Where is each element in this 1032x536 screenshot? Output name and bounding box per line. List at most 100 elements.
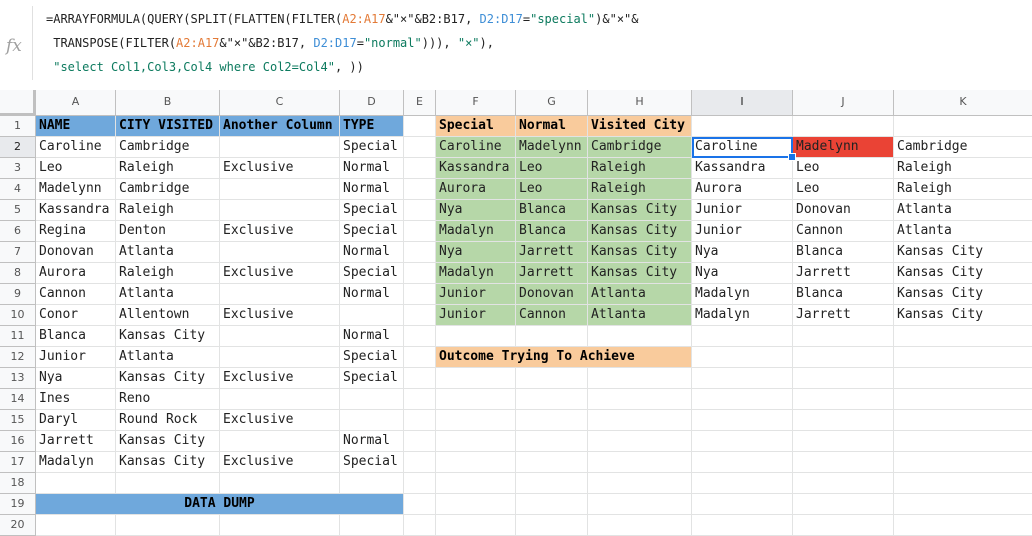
cell-j14[interactable] [793,389,894,410]
row-header-3[interactable]: 3 [0,158,36,179]
cell-d2[interactable]: Special [340,137,404,158]
cell-f14[interactable] [436,389,516,410]
cell-b13[interactable]: Kansas City [116,368,220,389]
cell-a6[interactable]: Regina [36,221,116,242]
cell-b10[interactable]: Allentown [116,305,220,326]
cell-c12[interactable] [220,347,340,368]
cell-b3[interactable]: Raleigh [116,158,220,179]
cell-d14[interactable] [340,389,404,410]
cell-k19[interactable] [894,494,1032,515]
cell-c20[interactable] [220,515,340,536]
cell-d7[interactable]: Normal [340,242,404,263]
cell-g20[interactable] [516,515,588,536]
cell-i19[interactable] [692,494,793,515]
cell-k5[interactable]: Atlanta [894,200,1032,221]
cell-d15[interactable] [340,410,404,431]
cell-g18[interactable] [516,473,588,494]
cell-k10[interactable]: Kansas City [894,305,1032,326]
column-header-e[interactable]: E [404,90,436,116]
cell-h17[interactable] [588,452,692,473]
cell-b20[interactable] [116,515,220,536]
cell-k17[interactable] [894,452,1032,473]
cell-h1[interactable]: Visited City [588,116,692,137]
cell-i5[interactable]: Junior [692,200,793,221]
cell-e19[interactable] [404,494,436,515]
row-header-13[interactable]: 13 [0,368,36,389]
cell-i15[interactable] [692,410,793,431]
cell-c10[interactable]: Exclusive [220,305,340,326]
cell-a9[interactable]: Cannon [36,284,116,305]
cell-c9[interactable] [220,284,340,305]
cell-f12[interactable]: Outcome Trying To Achieve [436,347,692,368]
cell-h3[interactable]: Raleigh [588,158,692,179]
cell-a11[interactable]: Blanca [36,326,116,347]
cell-i17[interactable] [692,452,793,473]
row-header-7[interactable]: 7 [0,242,36,263]
cell-g8[interactable]: Jarrett [516,263,588,284]
cell-h15[interactable] [588,410,692,431]
column-header-d[interactable]: D [340,90,404,116]
row-header-14[interactable]: 14 [0,389,36,410]
cell-c18[interactable] [220,473,340,494]
cell-f11[interactable] [436,326,516,347]
column-header-b[interactable]: B [116,90,220,116]
cell-a8[interactable]: Aurora [36,263,116,284]
cell-a12[interactable]: Junior [36,347,116,368]
cell-h9[interactable]: Atlanta [588,284,692,305]
cell-i7[interactable]: Nya [692,242,793,263]
cell-i13[interactable] [692,368,793,389]
cell-f17[interactable] [436,452,516,473]
cell-a17[interactable]: Madalyn [36,452,116,473]
cell-k1[interactable] [894,116,1032,137]
cell-g11[interactable] [516,326,588,347]
cell-i3[interactable]: Kassandra [692,158,793,179]
cell-b18[interactable] [116,473,220,494]
cell-h13[interactable] [588,368,692,389]
cell-a20[interactable] [36,515,116,536]
cell-c4[interactable] [220,179,340,200]
cell-a14[interactable]: Ines [36,389,116,410]
cell-h5[interactable]: Kansas City [588,200,692,221]
cell-c2[interactable] [220,137,340,158]
cell-k16[interactable] [894,431,1032,452]
cell-j6[interactable]: Cannon [793,221,894,242]
cell-j5[interactable]: Donovan [793,200,894,221]
cell-f15[interactable] [436,410,516,431]
cell-a5[interactable]: Kassandra [36,200,116,221]
cell-e20[interactable] [404,515,436,536]
cell-f2[interactable]: Caroline [436,137,516,158]
cell-b15[interactable]: Round Rock [116,410,220,431]
cell-a19[interactable]: DATA DUMP [36,494,404,515]
row-header-12[interactable]: 12 [0,347,36,368]
cell-e16[interactable] [404,431,436,452]
cell-b17[interactable]: Kansas City [116,452,220,473]
cell-h4[interactable]: Raleigh [588,179,692,200]
cell-j10[interactable]: Jarrett [793,305,894,326]
row-header-1[interactable]: 1 [0,116,36,137]
column-header-f[interactable]: F [436,90,516,116]
cell-h20[interactable] [588,515,692,536]
cell-b9[interactable]: Atlanta [116,284,220,305]
cell-f16[interactable] [436,431,516,452]
cell-a7[interactable]: Donovan [36,242,116,263]
cell-k12[interactable] [894,347,1032,368]
cell-b8[interactable]: Raleigh [116,263,220,284]
column-header-c[interactable]: C [220,90,340,116]
cell-d10[interactable] [340,305,404,326]
cell-b7[interactable]: Atlanta [116,242,220,263]
select-all-corner[interactable] [0,90,36,116]
cell-e18[interactable] [404,473,436,494]
cell-c5[interactable] [220,200,340,221]
cell-i4[interactable]: Aurora [692,179,793,200]
cell-j17[interactable] [793,452,894,473]
cell-d6[interactable]: Special [340,221,404,242]
cell-i12[interactable] [692,347,793,368]
cell-b4[interactable]: Cambridge [116,179,220,200]
cell-e2[interactable] [404,137,436,158]
cell-e7[interactable] [404,242,436,263]
column-header-j[interactable]: J [793,90,894,116]
cell-j4[interactable]: Leo [793,179,894,200]
cell-g17[interactable] [516,452,588,473]
cell-e8[interactable] [404,263,436,284]
cell-h18[interactable] [588,473,692,494]
